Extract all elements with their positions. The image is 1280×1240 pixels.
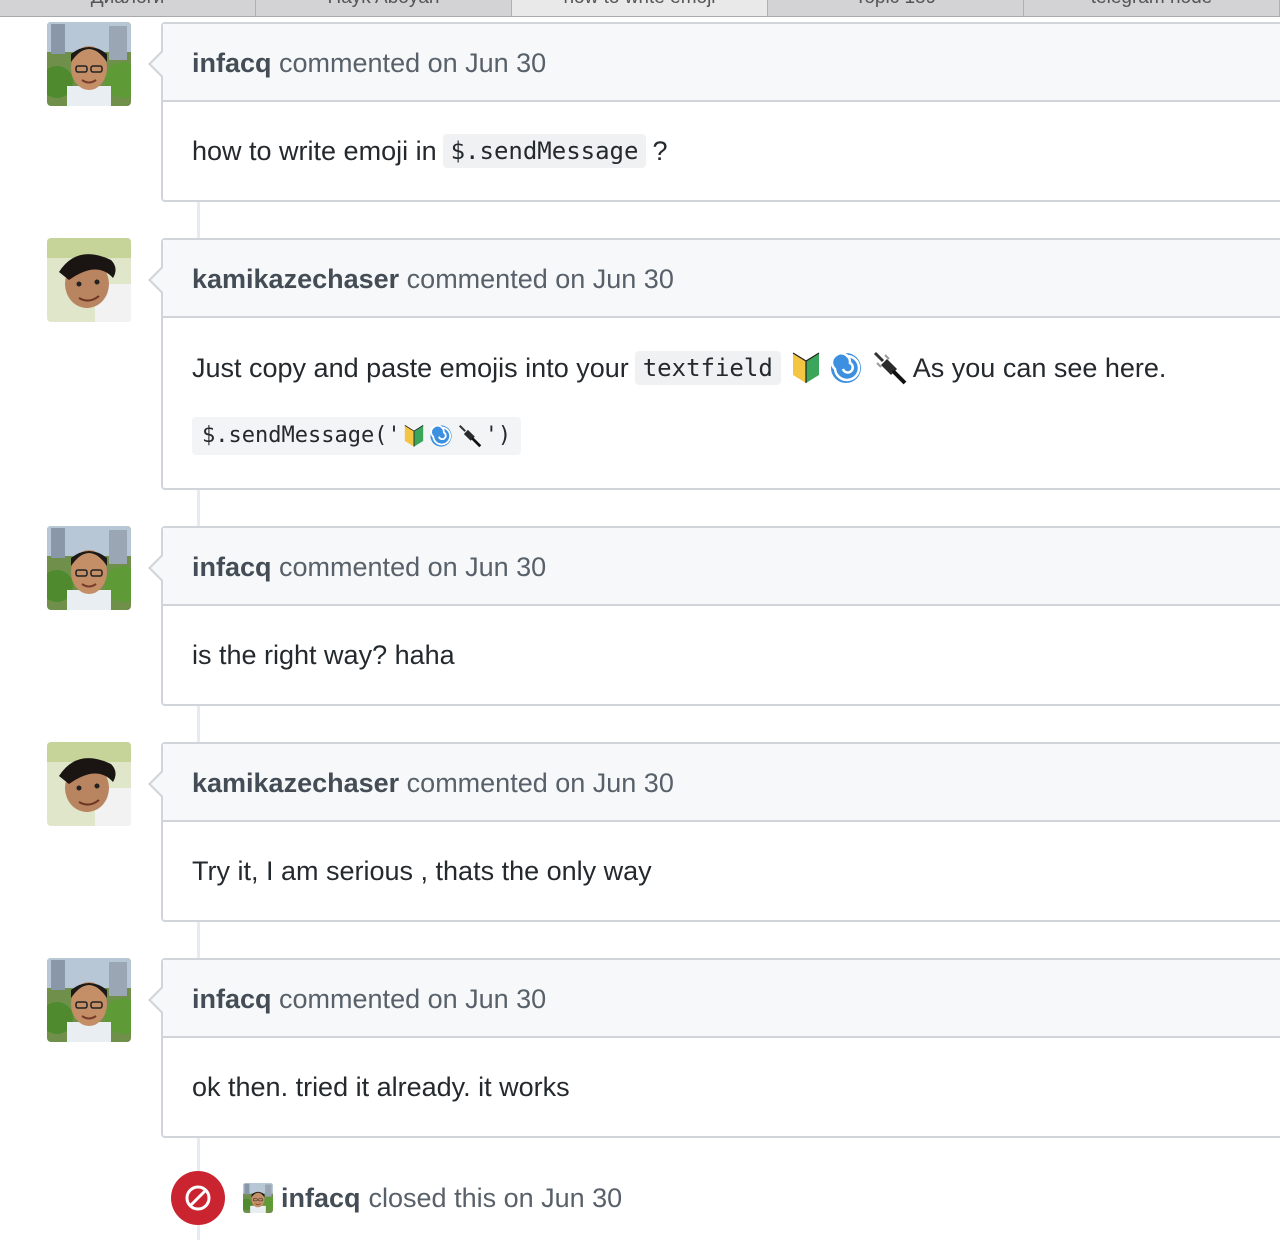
comment-body: Just copy and paste emojis into your tex… — [163, 318, 1280, 488]
comment-text: ? — [652, 135, 668, 166]
event-text[interactable]: closed this on Jun 30 — [369, 1183, 623, 1214]
electric-plug-icon — [873, 351, 907, 385]
comment-text: Try it, I am serious , thats the only wa… — [192, 855, 652, 886]
comment-box: kamikazechaser commented on Jun 30 Try i… — [148, 742, 1280, 922]
comment-header: infacq commented on Jun 30 — [148, 960, 1280, 1038]
avatar[interactable] — [47, 526, 131, 610]
cyclone-icon — [429, 424, 452, 447]
browser-tab[interactable]: Диалоги — [0, 0, 256, 16]
comment-text: As you can see here. — [912, 352, 1167, 383]
comment-meta[interactable]: commented on Jun 30 — [279, 552, 546, 582]
browser-tab[interactable]: telegram node — [1024, 0, 1280, 16]
comment-header: kamikazechaser commented on Jun 30 — [148, 744, 1280, 822]
comment-author[interactable]: kamikazechaser — [192, 264, 399, 294]
comment-author[interactable]: infacq — [192, 552, 272, 582]
comment-text: is the right way? haha — [192, 639, 455, 670]
browser-tab[interactable]: Hayk Aboyan — [256, 0, 512, 16]
comment-text: how to write emoji in — [192, 135, 437, 166]
cyclone-icon — [830, 352, 861, 383]
comment-author[interactable]: kamikazechaser — [192, 768, 399, 798]
inline-code: $.sendMessage — [442, 134, 647, 168]
avatar[interactable] — [47, 958, 131, 1042]
comment-body: ok then. tried it already. it works — [163, 1038, 1280, 1136]
browser-tab-strip: Диалоги Hayk Aboyan how to write emoji T… — [0, 0, 1280, 17]
comment-box: kamikazechaser commented on Jun 30 Just … — [148, 238, 1280, 490]
event-author[interactable]: infacq — [281, 1183, 361, 1214]
code-block: $.sendMessage(' ') — [192, 417, 522, 455]
comment-box: infacq commented on Jun 30 is the right … — [148, 526, 1280, 706]
closed-event: infacq closed this on Jun 30 — [171, 1170, 622, 1226]
comment-meta[interactable]: commented on Jun 30 — [279, 984, 546, 1014]
avatar[interactable] — [47, 238, 131, 322]
closed-issue-icon — [171, 1171, 225, 1225]
browser-tab-active[interactable]: how to write emoji — [512, 0, 768, 16]
comment-author[interactable]: infacq — [192, 48, 272, 78]
comment-text: ok then. tried it already. it works — [192, 1071, 570, 1102]
electric-plug-icon — [458, 425, 481, 448]
avatar[interactable] — [243, 1183, 273, 1213]
comment-box: infacq commented on Jun 30 how to write … — [148, 22, 1280, 202]
browser-tab[interactable]: Topic 189 — [768, 0, 1024, 16]
comment-meta[interactable]: commented on Jun 30 — [407, 768, 674, 798]
avatar[interactable] — [47, 742, 131, 826]
comment-header: kamikazechaser commented on Jun 30 — [148, 240, 1280, 318]
beginner-badge-icon — [404, 425, 424, 447]
comment-body: Try it, I am serious , thats the only wa… — [163, 822, 1280, 920]
comment-body: how to write emoji in $.sendMessage ? — [163, 102, 1280, 200]
comment-author[interactable]: infacq — [192, 984, 272, 1014]
inline-code: textfield — [634, 351, 781, 385]
comment-header: infacq commented on Jun 30 — [148, 528, 1280, 606]
comment-header: infacq commented on Jun 30 — [148, 24, 1280, 102]
comment-body: is the right way? haha — [163, 606, 1280, 704]
comment-box: infacq commented on Jun 30 ok then. trie… — [148, 958, 1280, 1138]
beginner-badge-icon — [792, 352, 820, 383]
avatar[interactable] — [47, 22, 131, 106]
comment-meta[interactable]: commented on Jun 30 — [279, 48, 546, 78]
comment-text: Just copy and paste emojis into your — [192, 352, 629, 383]
comment-meta[interactable]: commented on Jun 30 — [407, 264, 674, 294]
